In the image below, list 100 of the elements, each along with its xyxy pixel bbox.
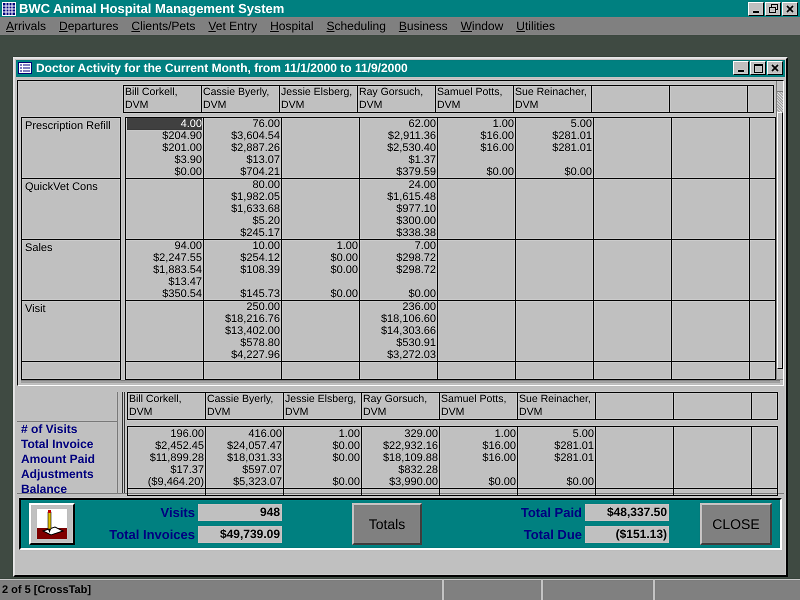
summary-label: Adjustments	[20, 466, 95, 482]
row-header: Prescription Refill	[22, 118, 120, 179]
cell-value: $0.00	[173, 166, 202, 178]
table-cell[interactable]: 7.00 $298.72 $298.72 $0.00	[360, 240, 438, 301]
close-report-button[interactable]: CLOSE	[700, 502, 772, 545]
cell-value: $0.00	[407, 288, 436, 300]
table-cell[interactable]: 94.00 $2,247.55 $1,883.54 $13.47 $350.54	[126, 240, 204, 301]
table-cell[interactable]: 62.00 $2,911.36 $2,530.40 $1.37 $379.59	[360, 118, 438, 179]
menu-item[interactable]: Scheduling	[326, 19, 386, 34]
column-header: Cassie Byerly, DVM	[206, 392, 284, 419]
cell-value: 1.00	[492, 118, 514, 130]
totals-button[interactable]: Totals	[352, 502, 422, 545]
vertical-scrollbar[interactable]	[776, 80, 783, 380]
cell-value: $3,604.54	[230, 130, 280, 142]
table-cell[interactable]	[282, 178, 360, 240]
table-cell[interactable]	[438, 240, 516, 301]
cell-value: $0.00	[487, 476, 516, 488]
cell-value: $0.00	[329, 288, 358, 300]
cell-value: $201.00	[161, 142, 202, 154]
menu-item[interactable]: Vet Entry	[208, 19, 258, 34]
table-cell[interactable]: 10.00 $254.12 $108.39 $145.73	[204, 240, 282, 301]
close-button[interactable]	[782, 2, 798, 16]
cell-value: 24.00	[407, 178, 436, 191]
maximize-icon	[754, 64, 762, 73]
menu-item[interactable]: Clients/Pets	[131, 19, 196, 34]
cell-value: $1,615.48	[386, 190, 436, 203]
table-cell[interactable]: 1.00 $16.00 $16.00 $0.00	[438, 118, 516, 179]
column-header: Bill Corkell, DVM	[128, 392, 206, 419]
cell-value: 329.00	[403, 428, 438, 440]
total-value-field: 948	[198, 504, 282, 522]
menu-item[interactable]: Window	[460, 19, 504, 34]
table-cell[interactable]	[282, 300, 360, 362]
cell-value: $5.20	[251, 214, 280, 227]
cell-value: $2,887.26	[230, 142, 280, 154]
cell-value: $16.00	[481, 440, 516, 452]
table-cell[interactable]: 250.00 $18,216.76 $13,402.00 $578.80 $4,227.96	[204, 300, 282, 362]
cell-value: $298.72	[395, 264, 436, 276]
cell-value: $2,452.45	[154, 440, 204, 452]
minimize-button[interactable]	[733, 61, 749, 76]
row-header: QuickVet Cons	[22, 178, 120, 240]
menu-item[interactable]: Business	[398, 19, 448, 34]
cell-value: $254.12	[239, 252, 280, 264]
menu-item[interactable]: Utilities	[516, 19, 555, 34]
cell-value: 94.00	[173, 240, 202, 252]
cell-value: 416.00	[247, 428, 282, 440]
restore-button[interactable]	[765, 2, 781, 16]
status-text: 2 of 5 [CrossTab]	[0, 580, 444, 600]
table-cell[interactable]: 4.00 $204.90 $201.00 $3.90 $0.00	[126, 118, 204, 179]
cell-value: $0.00	[329, 252, 358, 264]
close-button[interactable]	[767, 61, 783, 76]
cell-value: 5.00	[570, 118, 592, 130]
table-cell[interactable]	[516, 178, 594, 240]
table-cell[interactable]: 80.00 $1,982.05 $1,633.68 $5.20 $245.17	[204, 178, 282, 240]
cell-value: $17.37	[169, 464, 204, 476]
table-cell[interactable]: 1.00 $0.00 $0.00 $0.00	[282, 240, 360, 301]
menu-item[interactable]: Arrivals	[6, 19, 46, 34]
pencil-button[interactable]	[29, 502, 75, 545]
row-header: Sales	[22, 240, 120, 301]
summary-label: Amount Paid	[20, 452, 96, 467]
table-cell[interactable]	[282, 118, 360, 179]
column-header: Jessie Elsberg, DVM	[280, 86, 358, 112]
table-cell[interactable]	[516, 240, 594, 301]
table-cell[interactable]: 236.00 $18,106.60 $14,303.66 $530.91 $3,272.03	[360, 300, 438, 362]
pencil-paper-icon	[37, 508, 67, 539]
table-cell[interactable]	[438, 178, 516, 240]
table-cell[interactable]: 24.00 $1,615.48 $977.10 $300.00 $338.38	[360, 178, 438, 240]
cell-value: $597.07	[241, 464, 282, 476]
column-header: Bill Corkell, DVM	[124, 86, 202, 112]
list-icon	[18, 62, 32, 74]
cell-value: $0.00	[331, 476, 360, 488]
cell-value: $578.80	[239, 336, 280, 349]
close-icon	[786, 4, 794, 13]
cell-value: $22,932.16	[382, 440, 438, 452]
app-title: BWC Animal Hospital Management System	[19, 1, 284, 16]
table-cell[interactable]	[126, 300, 204, 362]
cell-value: $1,633.68	[230, 202, 280, 215]
menu-item[interactable]: Departures	[59, 19, 118, 34]
cell-value: $0.00	[485, 166, 514, 178]
table-cell[interactable]	[438, 300, 516, 362]
minimize-icon	[738, 70, 744, 72]
maximize-button[interactable]	[750, 61, 766, 76]
close-icon	[771, 64, 779, 72]
table-cell[interactable]: 5.00 $281.01 $281.01 $0.00	[516, 118, 594, 179]
table-cell[interactable]: 76.00 $3,604.54 $2,887.26 $13.07 $704.21	[204, 118, 282, 179]
minimize-button[interactable]	[748, 2, 764, 16]
cell-value: $281.01	[551, 130, 592, 142]
cell-value: $18,031.33	[226, 452, 282, 464]
cell-value: 5.00	[572, 428, 594, 440]
row-header: Visit	[22, 300, 120, 362]
total-label: Total Due	[522, 527, 582, 542]
cell-value: $108.39	[239, 264, 280, 276]
menu-item[interactable]: Hospital	[270, 19, 314, 34]
cell-value: 62.00	[407, 118, 436, 130]
column-header: Ray Gorsuch, DVM	[358, 86, 436, 112]
cell-value: 80.00	[251, 178, 280, 191]
total-value-field: $48,337.50	[585, 504, 669, 522]
cell-value: $204.90	[161, 130, 202, 142]
cell-value: $281.01	[553, 452, 594, 464]
table-cell[interactable]	[516, 300, 594, 362]
table-cell[interactable]	[126, 178, 204, 240]
